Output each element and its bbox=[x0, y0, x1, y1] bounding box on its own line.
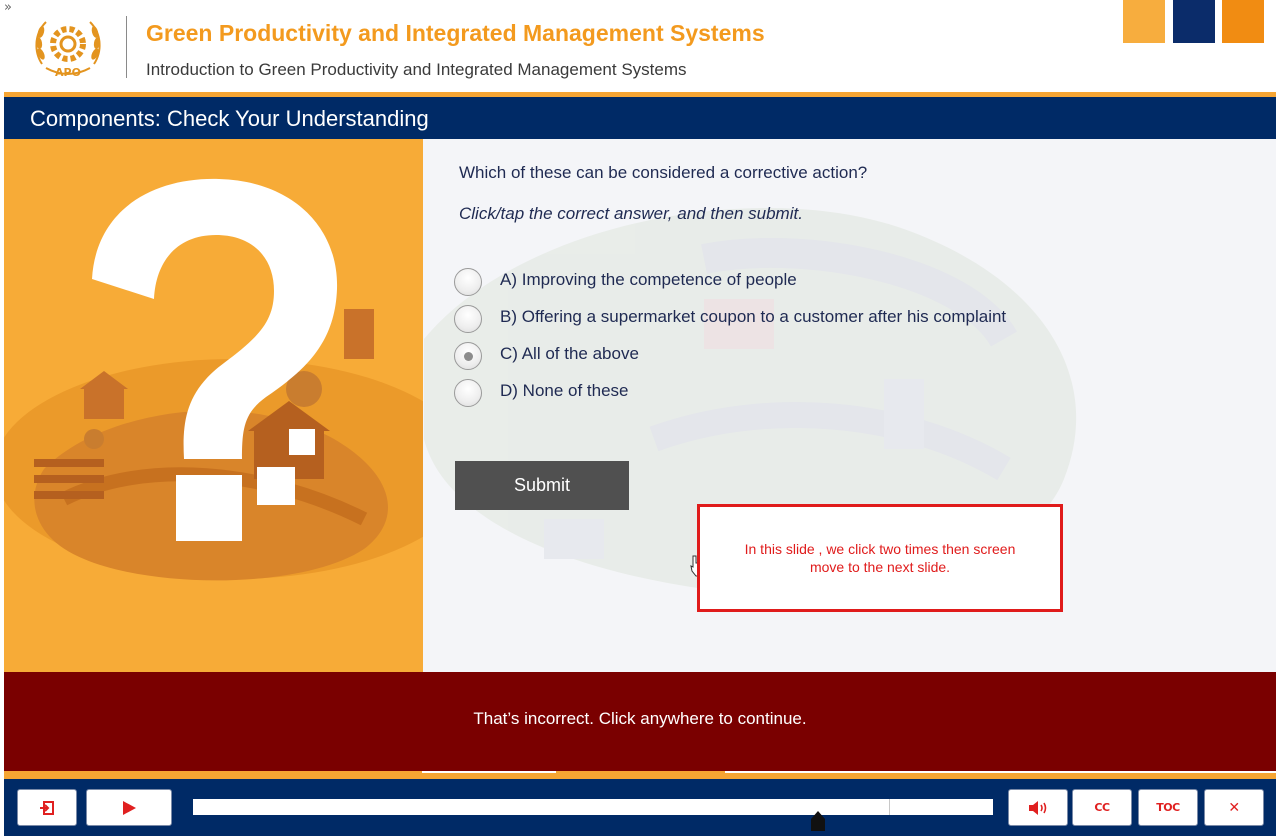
course-player: » APO Green Productivity and Integrated … bbox=[0, 0, 1280, 836]
exit-icon bbox=[40, 800, 54, 815]
brand-square-navy bbox=[1173, 0, 1215, 43]
course-title: Green Productivity and Integrated Manage… bbox=[146, 20, 765, 46]
option-label: B) Offering a supermarket coupon to a cu… bbox=[500, 307, 1007, 326]
volume-icon bbox=[1029, 800, 1047, 815]
play-icon bbox=[123, 800, 136, 815]
radio-button[interactable] bbox=[454, 379, 482, 407]
submit-button[interactable]: Submit bbox=[455, 461, 629, 510]
annotation-text: In this slide , we click two times then … bbox=[744, 541, 1016, 575]
answer-option-b[interactable]: B) Offering a supermarket coupon to a cu… bbox=[454, 305, 1114, 335]
brand-square-orange bbox=[1222, 0, 1264, 43]
question-mark-illustration bbox=[4, 178, 423, 581]
closed-captions-button[interactable]: CC bbox=[1072, 789, 1132, 826]
toc-label: TOC bbox=[1156, 801, 1180, 814]
course-header: » APO Green Productivity and Integrated … bbox=[0, 0, 1280, 92]
cc-label: CC bbox=[1094, 801, 1110, 814]
radio-button[interactable] bbox=[454, 305, 482, 333]
toc-button[interactable]: TOC bbox=[1138, 789, 1198, 826]
radio-button-selected[interactable] bbox=[454, 342, 482, 370]
radio-button[interactable] bbox=[454, 268, 482, 296]
annotation-box: In this slide , we click two times then … bbox=[697, 504, 1063, 612]
course-subtitle: Introduction to Green Productivity and I… bbox=[146, 60, 687, 79]
option-label: C) All of the above bbox=[500, 344, 639, 363]
seek-bar[interactable] bbox=[193, 799, 993, 815]
seek-handle-icon[interactable] bbox=[811, 811, 825, 831]
volume-button[interactable] bbox=[1008, 789, 1068, 826]
play-button[interactable] bbox=[86, 789, 172, 826]
feedback-strip bbox=[4, 771, 1276, 779]
slide-content: Which of these can be considered a corre… bbox=[4, 139, 1276, 672]
close-button[interactable]: ✕ bbox=[1204, 789, 1264, 826]
brand-square-light-orange bbox=[1123, 0, 1165, 43]
apo-logo: APO bbox=[35, 21, 101, 79]
header-divider bbox=[126, 16, 127, 78]
answer-option-c[interactable]: C) All of the above bbox=[454, 342, 1114, 372]
player-controls: CC TOC ✕ bbox=[4, 779, 1276, 836]
strip-segment bbox=[422, 771, 556, 773]
strip-segment bbox=[725, 771, 1276, 773]
instruction-text: Click/tap the correct answer, and then s… bbox=[459, 204, 803, 223]
exit-button[interactable] bbox=[17, 789, 77, 826]
expand-sidebar-toggle[interactable]: » bbox=[4, 0, 12, 15]
slide-title-bar: Components: Check Your Understanding bbox=[4, 97, 1276, 139]
question-mark-panel bbox=[4, 139, 423, 672]
option-label: D) None of these bbox=[500, 381, 629, 400]
feedback-text: That’s incorrect. Click anywhere to cont… bbox=[473, 709, 807, 728]
seek-tick bbox=[889, 799, 890, 815]
svg-text:APO: APO bbox=[55, 66, 81, 79]
answer-option-a[interactable]: A) Improving the competence of people bbox=[454, 268, 1114, 298]
answer-option-d[interactable]: D) None of these bbox=[454, 379, 1114, 409]
option-label: A) Improving the competence of people bbox=[500, 270, 797, 289]
question-text: Which of these can be considered a corre… bbox=[459, 163, 868, 182]
slide-title: Components: Check Your Understanding bbox=[30, 106, 429, 131]
close-icon: ✕ bbox=[1228, 799, 1240, 816]
feedback-overlay[interactable]: That’s incorrect. Click anywhere to cont… bbox=[4, 672, 1276, 771]
